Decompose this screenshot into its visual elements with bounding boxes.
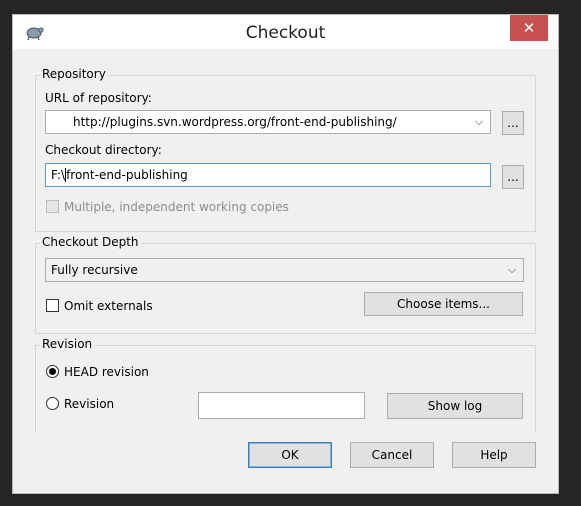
multiple-working-copies-checkbox[interactable]: [46, 200, 59, 213]
url-browse-button[interactable]: ...: [502, 111, 524, 135]
checkout-dir-input[interactable]: F:\front-end-publishing: [45, 163, 491, 187]
depth-combobox[interactable]: Fully recursive ⌵: [45, 258, 524, 282]
choose-items-button[interactable]: Choose items...: [364, 292, 523, 316]
revision-label: Revision: [64, 397, 115, 411]
revision-group: Revision HEAD revision Revision Show log: [35, 337, 536, 434]
omit-externals-label: Omit externals: [64, 299, 153, 313]
head-revision-radio[interactable]: [46, 365, 59, 378]
chevron-down-icon[interactable]: ⌵: [505, 259, 519, 281]
url-value: http://plugins.svn.wordpress.org/front-e…: [73, 115, 397, 129]
chevron-down-icon[interactable]: ⌵: [472, 111, 486, 133]
show-log-button[interactable]: Show log: [387, 393, 523, 419]
close-button[interactable]: ✕: [510, 15, 548, 41]
checkout-depth-group-label: Checkout Depth: [40, 235, 141, 249]
revision-number-input[interactable]: [198, 392, 365, 419]
repository-group-label: Repository: [40, 67, 108, 81]
ok-button[interactable]: OK: [248, 442, 332, 468]
checkout-depth-group: Checkout Depth Fully recursive ⌵ Omit ex…: [35, 235, 536, 334]
multiple-working-copies-label: Multiple, independent working copies: [64, 200, 289, 214]
head-revision-label: HEAD revision: [64, 365, 149, 379]
help-button[interactable]: Help: [452, 442, 536, 468]
omit-externals-checkbox[interactable]: [46, 299, 59, 312]
url-combobox[interactable]: http://plugins.svn.wordpress.org/front-e…: [45, 110, 491, 134]
title-bar[interactable]: Checkout ✕: [13, 15, 558, 49]
window-title: Checkout: [245, 23, 326, 43]
cancel-button[interactable]: Cancel: [350, 442, 434, 468]
close-icon: ✕: [522, 19, 536, 37]
checkout-dialog: Checkout ✕ Repository URL of repository:…: [12, 14, 559, 494]
checkout-dir-value: front-end-publishing: [66, 168, 188, 182]
depth-value: Fully recursive: [51, 263, 138, 277]
dir-browse-button[interactable]: ...: [502, 165, 524, 189]
checkout-dir-label: Checkout directory:: [45, 143, 162, 157]
dialog-footer: OK Cancel Help: [13, 433, 558, 493]
revision-group-label: Revision: [40, 337, 95, 351]
revision-radio[interactable]: [46, 397, 59, 410]
checkout-dir-value-prefix: F:\: [51, 168, 66, 182]
radio-selected-dot: [49, 368, 56, 375]
url-label: URL of repository:: [45, 91, 152, 105]
repository-group: Repository URL of repository: http://plu…: [35, 67, 536, 232]
